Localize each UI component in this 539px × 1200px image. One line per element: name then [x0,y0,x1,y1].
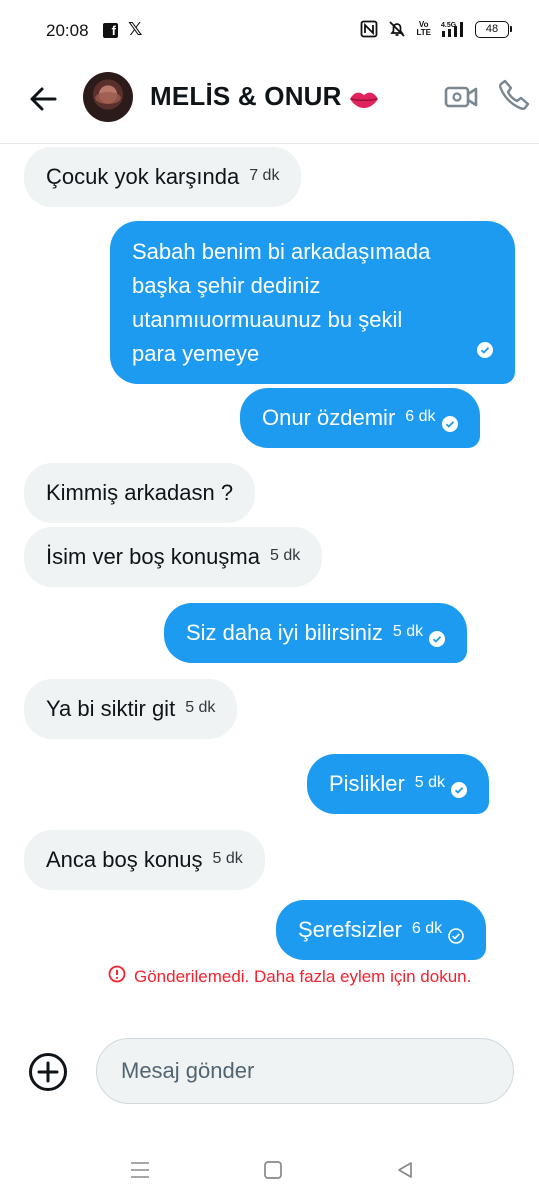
send-failed-notice[interactable]: Gönderilemedi. Daha fazla eylem için dok… [108,965,471,988]
system-nav-bar [0,1140,539,1200]
back-button[interactable] [24,80,62,118]
conversation-title-text: MELİS & ONUR [150,81,342,111]
home-square-icon [264,1161,282,1179]
volte-icon: Vo LTE [416,20,431,37]
message-composer[interactable] [96,1038,514,1104]
video-camera-icon [444,86,478,108]
message-bubble-incoming[interactable]: Ya bi siktir git 5 dk [24,679,238,739]
read-check-icon [451,774,468,798]
message-bubble-outgoing[interactable]: Siz daha iyi bilirsiniz 5 dk [164,603,468,663]
message-bubble-incoming[interactable]: İsim ver boş konuşma 5 dk [24,527,323,587]
read-check-icon [429,623,446,647]
message-text: Onur özdemir [262,405,396,430]
home-button[interactable] [258,1155,288,1185]
message-text: İsim ver boş konuşma [46,544,260,569]
message-text-line: utanmıuormuaunuz bu şekil [132,307,403,332]
mute-icon [388,20,406,38]
message-time: 5 dk [185,699,216,716]
message-bubble-outgoing-failed[interactable]: Şerefsizler 6 dk [276,900,487,960]
message-text-line: başka şehir dediniz [132,273,321,298]
message-bubble-outgoing[interactable]: Sabah benim bi arkadaşımada başka şehir … [110,221,515,384]
message-input[interactable] [121,1058,489,1084]
message-text-line: Sabah benim bi arkadaşımada [132,239,431,264]
message-text: Siz daha iyi bilirsiniz [186,620,383,645]
message-time: 5 dk [212,850,243,867]
add-attachment-button[interactable] [28,1052,68,1092]
message-text: Şerefsizler [298,917,402,942]
read-check-icon [441,408,458,432]
read-check-icon [477,334,493,368]
video-call-button[interactable] [444,82,478,112]
message-text-line: para yemeye [132,341,260,366]
send-failed-text: Gönderilemedi. Daha fazla eylem için dok… [134,966,472,986]
message-text: Kimmiş arkadasn ? [46,480,234,505]
battery-icon: 48 [475,20,512,38]
conversation-title[interactable]: MELİS & ONUR [150,81,380,112]
message-time: 5 dk [392,623,424,640]
message-time: 5 dk [414,774,446,791]
message-text: Pislikler [329,771,405,796]
arrow-left-icon [30,87,57,111]
message-bubble-outgoing[interactable]: Onur özdemir 6 dk [240,388,480,448]
sent-check-icon [448,920,464,944]
nfc-icon [360,20,378,38]
message-text: Anca boş konuş [46,847,203,872]
message-time: 6 dk [411,920,443,937]
status-bar: 20:08 f 𝕏 Vo LTE 4.5G 48 [0,0,539,62]
recents-button[interactable] [125,1155,155,1185]
message-bubble-outgoing[interactable]: Pislikler 5 dk [307,754,490,814]
plus-circle-icon [29,1053,67,1091]
conversation-header: MELİS & ONUR [0,62,539,144]
alert-circle-icon [108,965,126,988]
message-text: Çocuk yok karşında [46,164,240,189]
message-time: 5 dk [269,547,301,564]
lips-icon [348,86,380,108]
message-text: Ya bi siktir git [46,696,176,721]
back-nav-button[interactable] [390,1155,420,1185]
facebook-icon: f [103,23,118,38]
x-icon: 𝕏 [128,19,143,39]
message-bubble-incoming[interactable]: Çocuk yok karşında 7 dk [24,147,302,207]
message-time: 7 dk [249,167,280,184]
phone-icon [499,79,530,110]
back-triangle-icon [398,1162,412,1178]
message-bubble-incoming[interactable]: Anca boş konuş 5 dk [24,830,265,890]
message-bubble-incoming[interactable]: Kimmiş arkadasn ? [24,463,256,523]
message-time: 6 dk [405,408,436,425]
avatar[interactable] [83,72,133,122]
system-icons: Vo LTE 4.5G 48 [360,20,512,38]
menu-icon [131,1162,149,1178]
status-time: 20:08 [46,21,89,40]
voice-call-button[interactable] [497,78,531,112]
signal-icon: 4.5G [441,20,465,38]
